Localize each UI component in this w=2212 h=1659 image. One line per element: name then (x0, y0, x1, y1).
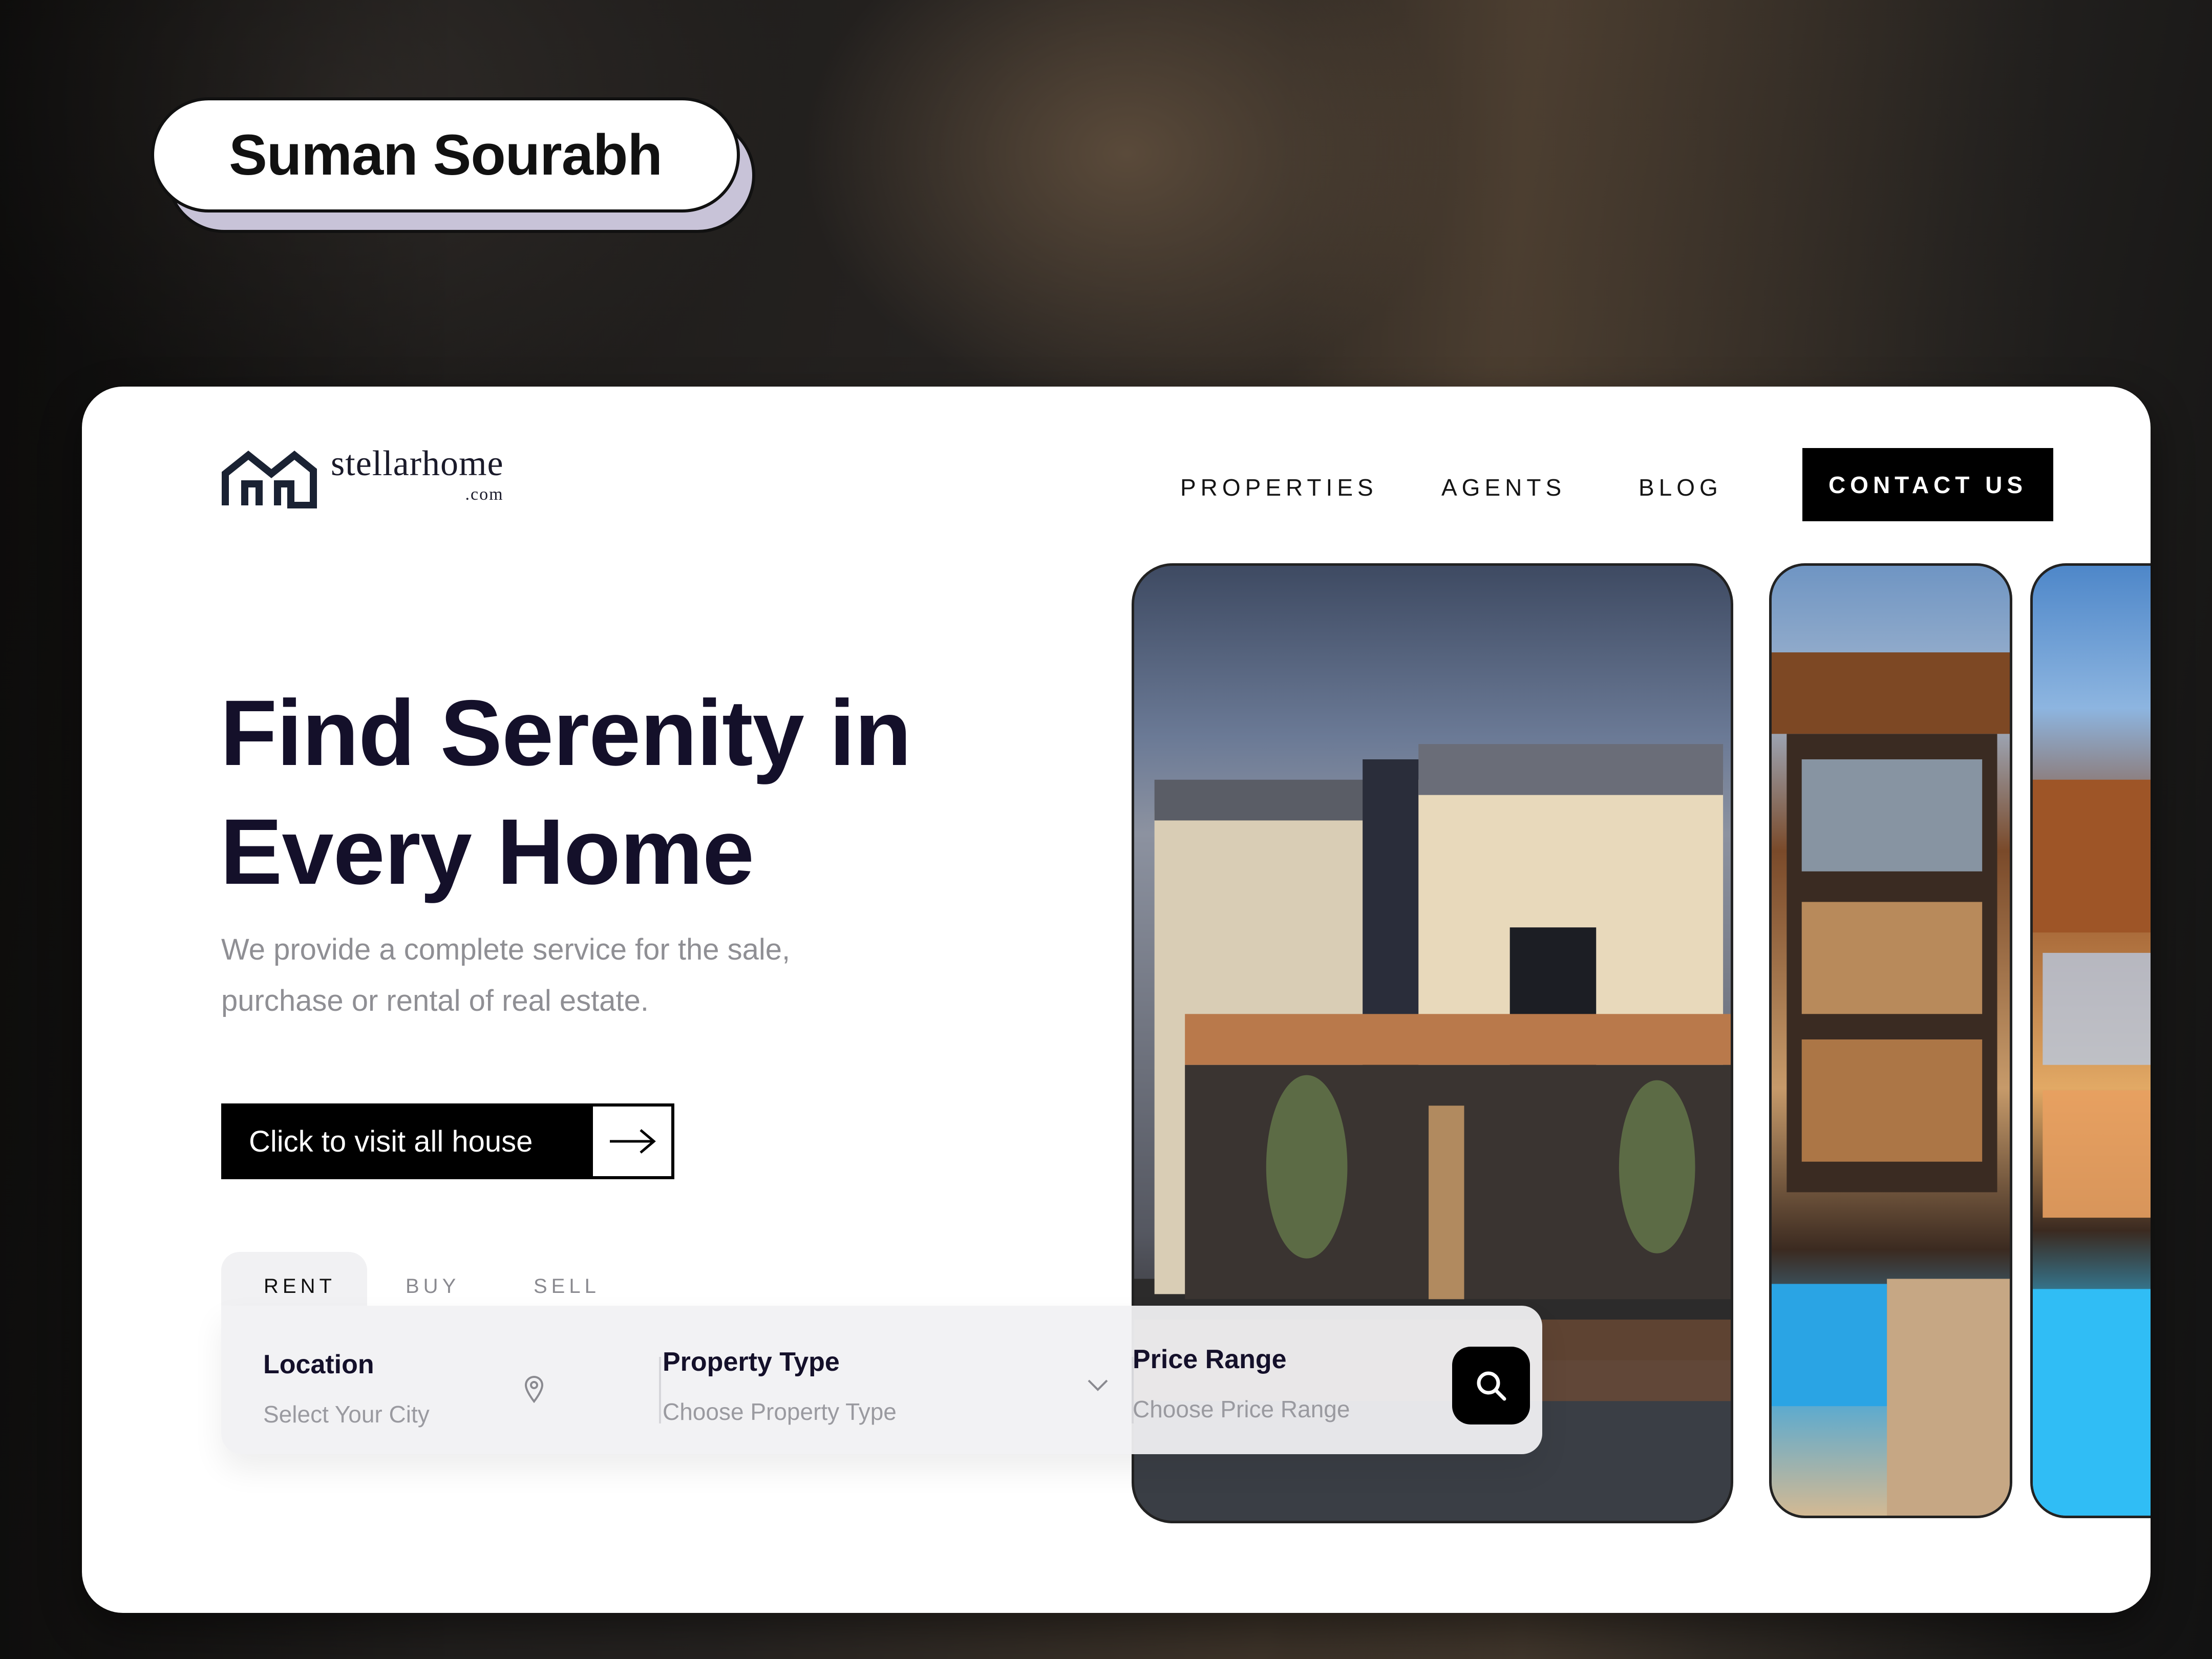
search-button[interactable] (1452, 1347, 1530, 1424)
tab-sell[interactable]: SELL (534, 1275, 600, 1298)
visit-all-houses-label: Click to visit all house (224, 1107, 593, 1176)
hero-headline-line2: Every Home (220, 799, 754, 904)
property-type-label: Property Type (663, 1347, 840, 1377)
chevron-down-icon[interactable] (1087, 1378, 1109, 1393)
property-type-select[interactable]: Choose Property Type (663, 1398, 897, 1426)
tab-rent[interactable]: RENT (264, 1275, 336, 1298)
arrow-right-icon (593, 1107, 671, 1176)
property-photo-tertiary[interactable] (2030, 563, 2151, 1518)
hero-description-line2: purchase or rental of real estate. (221, 984, 649, 1017)
hero-headline: Find Serenity in Every Home (220, 673, 1091, 911)
author-pill: Suman Sourabh (151, 97, 740, 212)
brand-logo[interactable]: stellarhome .com (220, 444, 504, 508)
nav-agents[interactable]: AGENTS (1441, 474, 1566, 501)
nav-properties[interactable]: PROPERTIES (1180, 474, 1378, 501)
brand-name: stellarhome (331, 444, 504, 483)
property-photo-secondary[interactable] (1769, 563, 2012, 1518)
website-card: stellarhome .com PROPERTIES AGENTS BLOG … (82, 387, 2151, 1613)
price-range-select[interactable]: Choose Price Range (1133, 1395, 1350, 1423)
villa-interior-illustration (1772, 652, 2010, 1516)
house-logo-icon (222, 451, 317, 508)
hero-description-line1: We provide a complete service for the sa… (221, 933, 791, 966)
pool-villa-illustration (2033, 779, 2151, 1516)
property-search-panel: Location Select Your City Property Type … (221, 1306, 1542, 1454)
nav-blog[interactable]: BLOG (1639, 474, 1722, 501)
price-range-label: Price Range (1133, 1345, 1287, 1374)
location-label: Location (263, 1350, 374, 1379)
hero-headline-line1: Find Serenity in (220, 680, 911, 785)
tab-buy[interactable]: BUY (406, 1275, 460, 1298)
location-pin-icon[interactable] (523, 1375, 545, 1403)
visit-all-houses-button[interactable]: Click to visit all house (221, 1103, 674, 1179)
contact-us-button[interactable]: CONTACT US (1802, 448, 2053, 521)
brand-tld: .com (465, 485, 504, 504)
author-name: Suman Sourabh (229, 123, 663, 187)
hero-description: We provide a complete service for the sa… (221, 924, 928, 1027)
field-divider (659, 1357, 661, 1423)
search-icon (1477, 1371, 1506, 1401)
location-select[interactable]: Select Your City (263, 1400, 430, 1428)
